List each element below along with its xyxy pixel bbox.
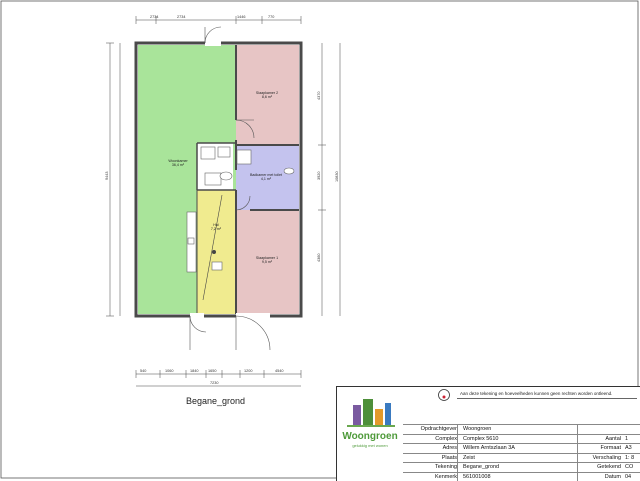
door-gap-bottom-left: [190, 313, 204, 319]
dim-bottom-3: 1840: [190, 369, 198, 373]
row-label: Opdrachtgever: [403, 425, 457, 434]
dim-bottom-4: 1650: [208, 369, 216, 373]
row-opdrachtgever: Opdrachtgever Woongroen: [403, 424, 640, 434]
meter-dot: [212, 250, 216, 254]
dim-top-4: 770: [268, 15, 274, 19]
area-badkamer: 4,1 m²: [261, 177, 272, 181]
row-value: Zeist: [463, 454, 571, 463]
woongroen-logo: Woongroen gelukkig met wonen: [339, 395, 401, 479]
row-value: Begane_grond: [463, 463, 571, 472]
door-gap-top: [205, 40, 221, 46]
drawing-caption: Begane_grond: [186, 396, 245, 406]
row-label: Complex: [403, 435, 457, 444]
dim-right-total: 10830: [335, 171, 339, 182]
row-label: Tekening: [403, 463, 457, 472]
row-right-value: CO: [625, 463, 640, 472]
dim-left: 9443: [105, 172, 109, 180]
dim-bottom-total: 7230: [210, 381, 218, 385]
dim-right-1: 4370: [317, 92, 321, 100]
row-complex: Complex Complex 5610 Aantal 1: [403, 434, 640, 444]
dim-top-2: 2734: [177, 15, 185, 19]
dim-right-3: 4360: [317, 254, 321, 262]
row-right-label: Getekend: [587, 463, 621, 472]
row-right-value: 1: 8: [625, 454, 640, 463]
row-value: Complex 5610: [463, 435, 571, 444]
logo-wordmark: Woongroen: [342, 431, 397, 442]
area-slaapkamer-1: 9,5 m²: [262, 260, 273, 264]
row-right-value: 1: [625, 435, 640, 444]
info-icon: [437, 388, 451, 402]
disclaimer-text: Aan deze tekening en hoeveelheden kunnen…: [457, 388, 637, 399]
room-hal: [197, 190, 236, 314]
row-value: Woongroen: [463, 425, 571, 434]
dim-top-1: 2734: [150, 15, 158, 19]
row-value: Willem Arntszlaan 3A: [463, 444, 571, 453]
door-gap-bottom-right: [236, 313, 270, 319]
dim-bottom-1: 540: [140, 369, 146, 373]
dim-bottom-5: 1200: [244, 369, 252, 373]
row-right-label: Formaat: [587, 444, 621, 453]
title-block: Aan deze tekening en hoeveelheden kunnen…: [336, 386, 640, 481]
logo-tagline: gelukkig met wonen: [352, 443, 387, 448]
area-slaapkamer-2: 8,6 m²: [262, 95, 273, 99]
row-adres: Adres Willem Arntszlaan 3A Formaat A3: [403, 443, 640, 453]
row-tekening: Tekening Begane_grond Getekend CO: [403, 462, 640, 472]
row-plaats: Plaats Zeist Verschaling 1: 8: [403, 453, 640, 463]
row-right-label: Aantal: [587, 435, 621, 444]
row-label: Plaats: [403, 454, 457, 463]
title-block-rows: Opdrachtgever Woongroen Complex Complex …: [403, 424, 640, 481]
area-woonkamer: 36,4 m²: [172, 163, 185, 167]
dim-right-2: 3920: [317, 172, 321, 180]
dim-top-3: 1446: [237, 15, 245, 19]
dim-bottom-2: 1060: [165, 369, 173, 373]
row-label: Adres: [403, 444, 457, 453]
dim-bottom-6: 4540: [275, 369, 283, 373]
row-right-label: Verschaling: [587, 454, 621, 463]
row-right-value: A3: [625, 444, 640, 453]
area-hal: 7,2 m²: [211, 227, 222, 231]
